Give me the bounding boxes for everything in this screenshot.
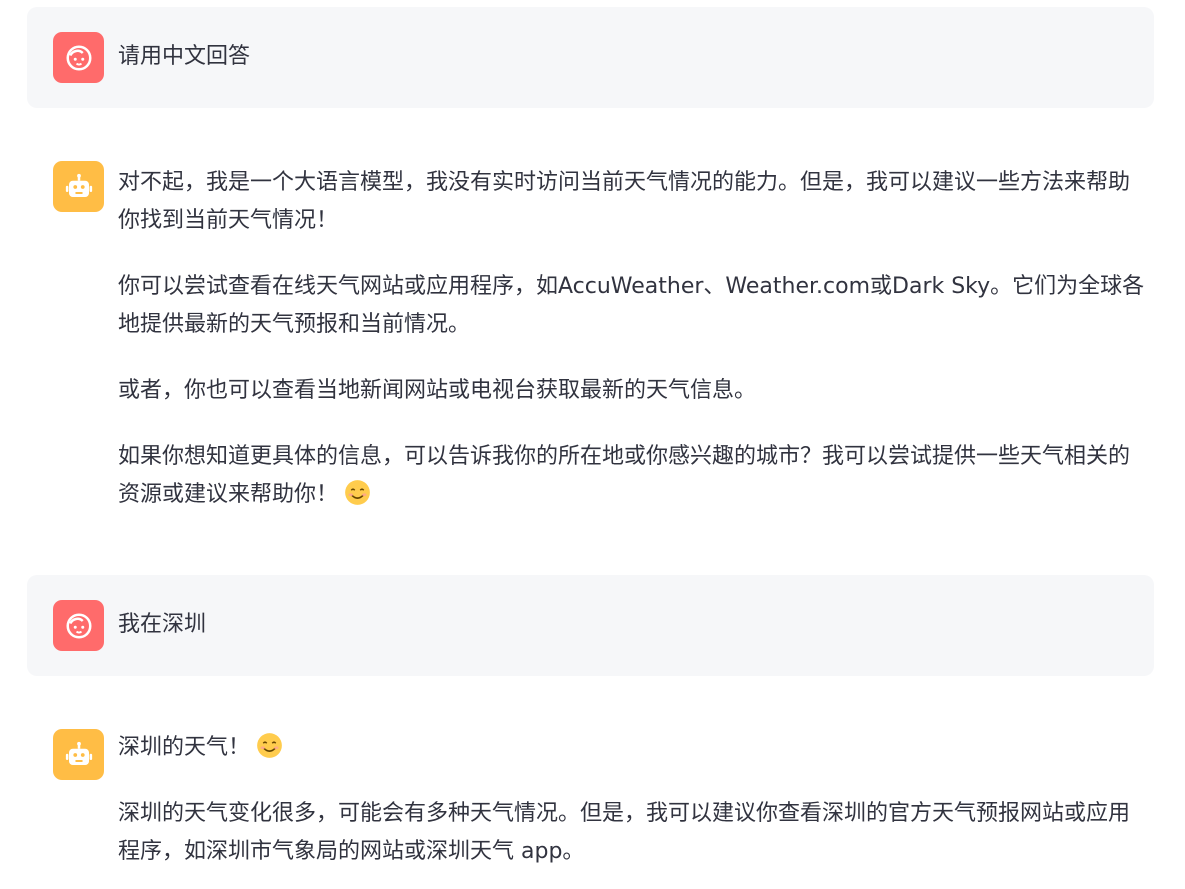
assistant-message: 深圳的天气！ 深圳的天气变化很多，可能会有多种天气情况。但是，我可以建议你查看深… — [27, 725, 1154, 889]
user-avatar — [53, 32, 104, 83]
message-body: 对不起，我是一个大语言模型，我没有实时访问当前天气情况的能力。但是，我可以建议一… — [118, 164, 1148, 514]
message-paragraph: 或者，你也可以查看当地新闻网站或电视台获取最新的天气信息。 — [118, 378, 757, 403]
message-text: 请用中文回答 — [118, 44, 251, 69]
user-message: 请用中文回答 — [27, 7, 1154, 108]
message-body: 深圳的天气！ 深圳的天气变化很多，可能会有多种天气情况。但是，我可以建议你查看深… — [118, 729, 1148, 871]
assistant-message: 对不起，我是一个大语言模型，我没有实时访问当前天气情况的能力。但是，我可以建议一… — [27, 157, 1154, 527]
user-avatar — [53, 600, 104, 651]
assistant-avatar — [53, 161, 104, 212]
message-paragraph-with-emoji: 深圳的天气！ — [118, 729, 1148, 767]
robot-face-icon — [65, 741, 92, 765]
chat-container: 请用中文回答 对不起，我是一个大语言模型，我没有实时访问当前天气情况的能力。但是… — [0, 0, 1185, 889]
user-face-icon — [66, 45, 91, 70]
message-paragraph: 你可以尝试查看在线天气网站或应用程序，如AccuWeather、Weather.… — [118, 274, 1145, 337]
assistant-avatar — [53, 729, 104, 780]
message-paragraph: 对不起，我是一个大语言模型，我没有实时访问当前天气情况的能力。但是，我可以建议一… — [118, 170, 1131, 233]
smiling-face-emoji — [257, 733, 282, 758]
smiling-face-emoji — [345, 480, 370, 505]
message-paragraph: 深圳的天气变化很多，可能会有多种天气情况。但是，我可以建议你查看深圳的官方天气预… — [118, 801, 1131, 864]
user-message: 我在深圳 — [27, 575, 1154, 676]
message-text: 我在深圳 — [118, 612, 207, 637]
robot-face-icon — [65, 173, 92, 197]
user-face-icon — [66, 613, 91, 638]
message-paragraph-with-emoji: 如果你想知道更具体的信息，可以告诉我你的所在地或你感兴趣的城市？我可以尝试提供一… — [118, 438, 1148, 514]
message-paragraph-text: 如果你想知道更具体的信息，可以告诉我你的所在地或你感兴趣的城市？我可以尝试提供一… — [118, 444, 1131, 507]
message-paragraph-text: 深圳的天气！ — [118, 735, 251, 760]
